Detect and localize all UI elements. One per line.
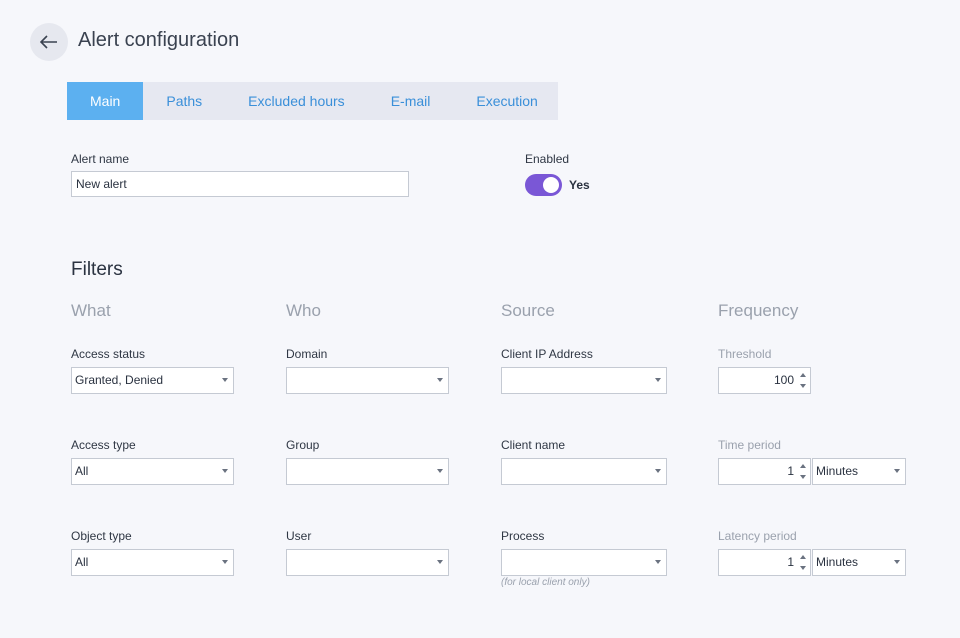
chevron-down-icon: [655, 378, 661, 382]
chevron-down-icon: [437, 378, 443, 382]
tab-excluded-hours[interactable]: Excluded hours: [225, 82, 368, 120]
threshold-stepper[interactable]: 100: [718, 367, 811, 394]
user-select[interactable]: [286, 549, 449, 576]
tab-email[interactable]: E-mail: [368, 82, 454, 120]
time-period-unit-select[interactable]: Minutes: [812, 458, 906, 485]
arrow-left-icon: [40, 35, 57, 49]
chevron-down-icon: [222, 378, 228, 382]
increment-button[interactable]: [798, 552, 808, 562]
tab-main[interactable]: Main: [67, 82, 144, 120]
alert-name-input[interactable]: New alert: [71, 171, 409, 197]
time-period-label: Time period: [718, 438, 781, 452]
source-heading: Source: [501, 301, 555, 320]
page-title: Alert configuration: [78, 29, 240, 51]
process-hint: (for local client only): [501, 577, 590, 588]
threshold-label: Threshold: [718, 347, 772, 361]
object-type-value: All: [75, 555, 89, 569]
access-status-select[interactable]: Granted, Denied: [71, 367, 234, 394]
domain-select[interactable]: [286, 367, 449, 394]
chevron-down-icon: [894, 560, 900, 564]
client-name-select[interactable]: [501, 458, 667, 485]
toggle-knob: [543, 177, 559, 193]
latency-period-value: 1: [787, 555, 794, 569]
caret-up-icon: [800, 464, 806, 468]
user-label: User: [286, 529, 312, 543]
chevron-down-icon: [437, 469, 443, 473]
back-button[interactable]: [30, 23, 68, 61]
client-name-label: Client name: [501, 438, 566, 452]
caret-down-icon: [800, 475, 806, 479]
access-type-value: All: [75, 464, 89, 478]
decrement-button[interactable]: [798, 472, 808, 482]
caret-down-icon: [800, 566, 806, 570]
chevron-down-icon: [222, 469, 228, 473]
who-heading: Who: [286, 301, 321, 320]
tab-paths[interactable]: Paths: [143, 82, 225, 120]
tab-execution[interactable]: Execution: [453, 82, 560, 120]
alert-name-label: Alert name: [71, 152, 130, 166]
access-status-value: Granted, Denied: [75, 373, 164, 387]
caret-down-icon: [800, 384, 806, 388]
threshold-value: 100: [773, 373, 794, 387]
filters-title: Filters: [71, 259, 123, 280]
latency-period-unit-value: Minutes: [816, 555, 859, 569]
latency-period-label: Latency period: [718, 529, 797, 543]
frequency-heading: Frequency: [718, 301, 799, 320]
client-ip-label: Client IP Address: [501, 347, 593, 361]
tab-bar: Main Paths Excluded hours E-mail Executi…: [67, 82, 558, 120]
object-type-label: Object type: [71, 529, 132, 543]
increment-button[interactable]: [798, 370, 808, 380]
latency-period-stepper[interactable]: 1: [718, 549, 811, 576]
client-ip-select[interactable]: [501, 367, 667, 394]
enabled-toggle[interactable]: [525, 174, 562, 196]
decrement-button[interactable]: [798, 381, 808, 391]
time-period-stepper[interactable]: 1: [718, 458, 811, 485]
group-select[interactable]: [286, 458, 449, 485]
enabled-label: Enabled: [525, 152, 570, 166]
time-period-unit-value: Minutes: [816, 464, 859, 478]
latency-period-unit-select[interactable]: Minutes: [812, 549, 906, 576]
chevron-down-icon: [655, 560, 661, 564]
access-type-label: Access type: [71, 438, 136, 452]
object-type-select[interactable]: All: [71, 549, 234, 576]
access-type-select[interactable]: All: [71, 458, 234, 485]
chevron-down-icon: [655, 469, 661, 473]
caret-up-icon: [800, 373, 806, 377]
caret-up-icon: [800, 555, 806, 559]
chevron-down-icon: [437, 560, 443, 564]
chevron-down-icon: [894, 469, 900, 473]
access-status-label: Access status: [71, 347, 146, 361]
domain-label: Domain: [286, 347, 328, 361]
process-select[interactable]: [501, 549, 667, 576]
chevron-down-icon: [222, 560, 228, 564]
process-label: Process: [501, 529, 545, 543]
enabled-toggle-text: Yes: [569, 178, 590, 192]
what-heading: What: [71, 301, 111, 320]
time-period-value: 1: [787, 464, 794, 478]
decrement-button[interactable]: [798, 563, 808, 573]
increment-button[interactable]: [798, 461, 808, 471]
group-label: Group: [286, 438, 320, 452]
